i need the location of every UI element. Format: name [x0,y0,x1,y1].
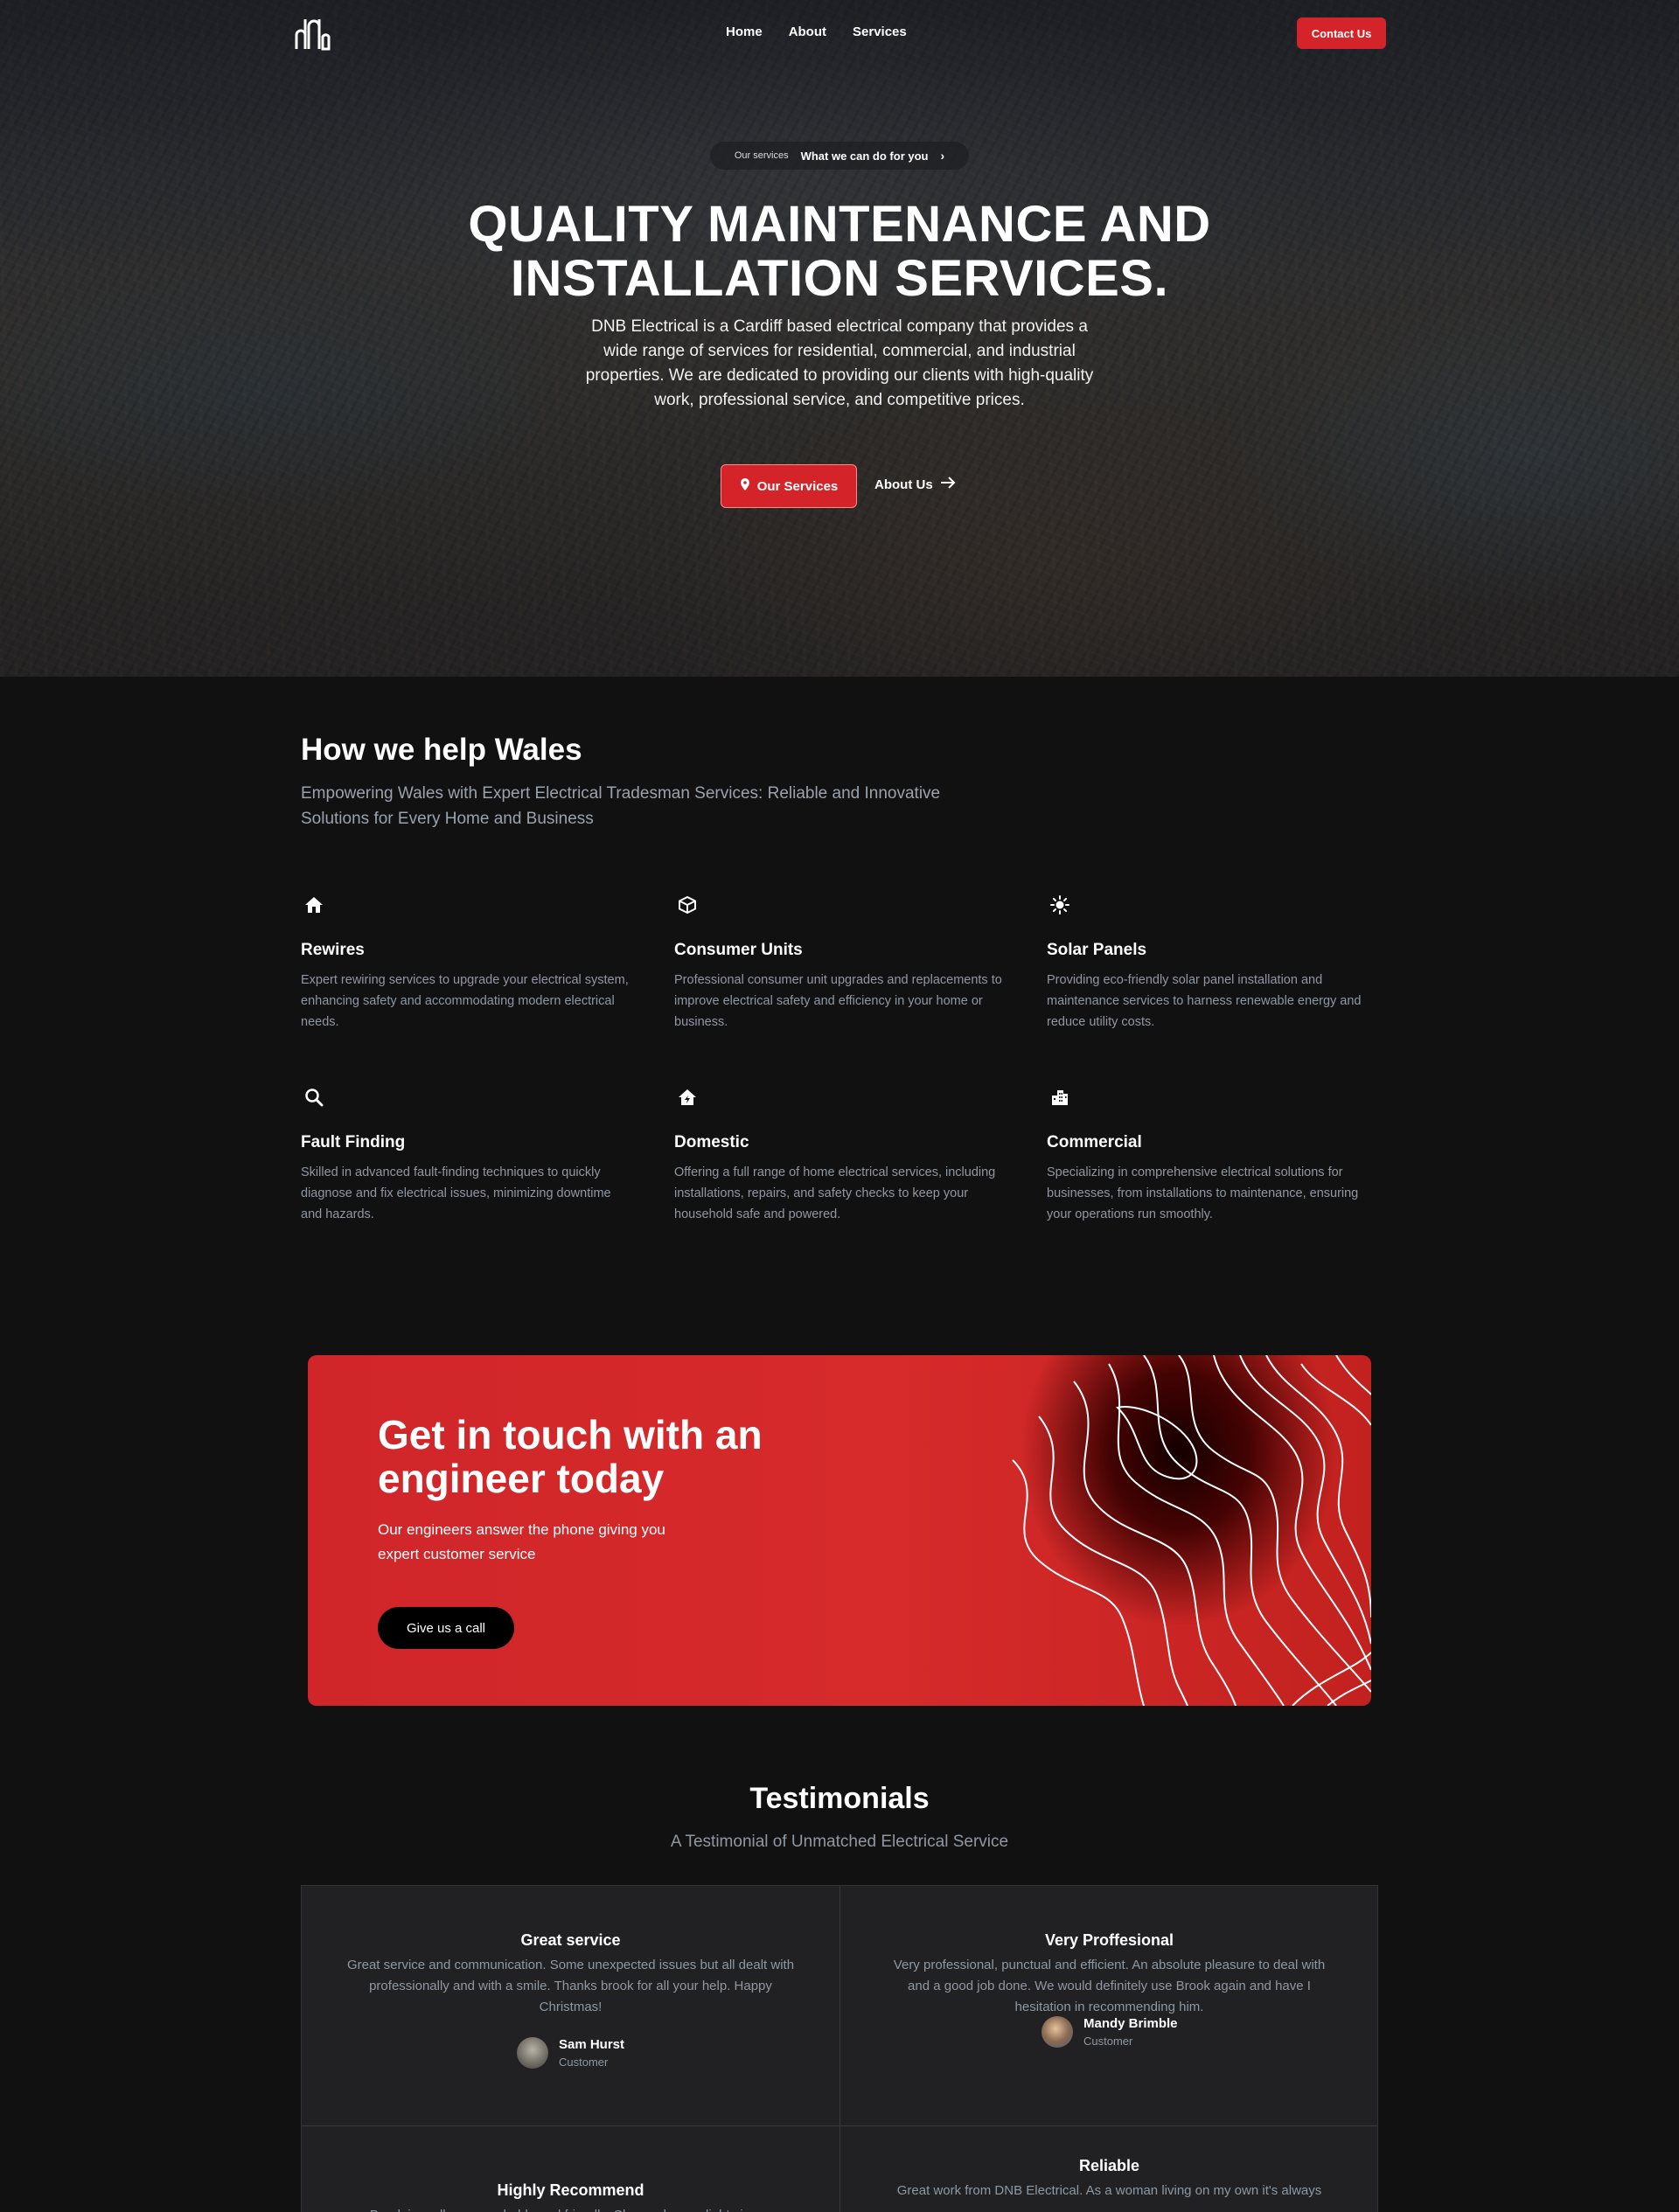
author-name: Mandy Brimble [1083,2016,1178,2031]
house-icon [301,892,327,918]
service-solar-panels: Solar Panels Providing eco-friendly sola… [1047,892,1379,1033]
topographic-pattern-icon [1012,1355,1371,1706]
testimonial-author: Sam Hurst Customer [517,2037,840,2069]
help-section-title: How we help Wales [301,733,582,767]
testimonial-title: Highly Recommend [497,2181,644,2199]
service-description: Expert rewiring services to upgrade your… [301,973,629,1029]
testimonials-grid: Great service Great service and communic… [301,1885,1378,2212]
service-consumer-units: Consumer Units Professional consumer uni… [674,892,1007,1033]
testimonial-text: Great work from DNB Electrical. As a wom… [896,2183,1322,2198]
service-title: Fault Finding [301,1133,406,1151]
help-section-subtitle: Empowering Wales with Expert Electrical … [301,784,941,828]
testimonial-text: Great service and communication. Some un… [346,1958,795,2014]
our-services-button[interactable]: Our Services [721,464,857,508]
service-description: Offering a full range of home electrical… [674,1165,996,1221]
nav-link-home[interactable]: Home [726,24,763,39]
testimonials-subtitle: A Testimonial of Unmatched Electrical Se… [670,1833,1009,1851]
cta-text: Our engineers answer the phone giving yo… [378,1521,665,1562]
testimonial-author: Mandy Brimble Customer [1042,2016,1378,2048]
sun-icon [1047,892,1073,918]
contact-us-button[interactable]: Contact Us [1297,17,1386,49]
service-title: Commercial [1047,1133,1142,1151]
contact-cta-banner: Get in touch with an engineer today Our … [308,1355,1371,1706]
testimonial-card: Great service Great service and communic… [302,1931,840,2069]
hero-section: Home About Services Contact Us Our servi… [0,0,1679,677]
service-commercial: Commercial Specializing in comprehensive… [1047,1084,1379,1225]
services-announcement-pill[interactable]: Our services What we can do for you › [710,142,969,170]
service-domestic: Domestic Offering a full range of home e… [674,1084,1007,1225]
nav-link-services[interactable]: Services [853,24,907,39]
about-us-link[interactable]: About Us [874,476,956,492]
hero-title: QUALITY MAINTENANCE AND INSTALLATION SERV… [468,196,1211,307]
service-description: Providing eco-friendly solar panel insta… [1047,973,1362,1029]
testimonials-title: Testimonials [749,1782,930,1815]
service-description: Specializing in comprehensive electrical… [1047,1165,1359,1221]
service-title: Domestic [674,1133,749,1151]
chevron-right-icon: › [940,149,945,163]
author-role: Customer [559,2055,609,2069]
buildings-icon [1047,1084,1073,1110]
avatar [1042,2016,1073,2048]
testimonial-text: Brook is really approachable and friendl… [344,2205,798,2212]
testimonial-card: Reliable Great work from DNB Electrical.… [840,2157,1378,2202]
pill-link-text: What we can do for you [800,149,929,163]
author-name: Sam Hurst [559,2037,625,2052]
avatar [517,2037,548,2069]
map-pin-icon [740,478,750,494]
home-bolt-icon [674,1084,700,1110]
testimonial-card: Very Proffesional Very professional, pun… [840,1931,1378,2048]
cube-icon [674,892,700,918]
magnifier-icon [301,1084,327,1110]
give-us-a-call-button[interactable]: Give us a call [378,1607,514,1649]
service-title: Solar Panels [1047,941,1147,959]
service-fault-finding: Fault Finding Skilled in advanced fault-… [301,1084,633,1225]
arrow-right-icon [940,476,956,492]
testimonial-title: Reliable [1078,2157,1140,2174]
author-role: Customer [1083,2035,1133,2048]
cta-title: Get in touch with an engineer today [378,1412,763,1501]
top-nav: Home About Services Contact Us [0,0,1679,66]
testimonial-title: Very Proffesional [1044,1931,1174,1949]
service-description: Skilled in advanced fault-finding techni… [301,1165,611,1221]
testimonial-text: Very professional, punctual and efficien… [893,1958,1326,2014]
service-rewires: Rewires Expert rewiring services to upgr… [301,892,633,1033]
service-description: Professional consumer unit upgrades and … [674,973,1002,1029]
service-title: Consumer Units [674,941,803,959]
nav-links: Home About Services [726,24,907,39]
pill-label: Our services [734,150,789,161]
service-title: Rewires [301,941,365,959]
testimonial-title: Great service [520,1931,621,1949]
hero-subtitle: DNB Electrical is a Cardiff based electr… [585,317,1094,409]
dnb-logo-icon[interactable] [294,16,331,51]
nav-link-about[interactable]: About [789,24,826,39]
testimonial-card: Highly Recommend Brook is really approac… [302,2181,840,2212]
